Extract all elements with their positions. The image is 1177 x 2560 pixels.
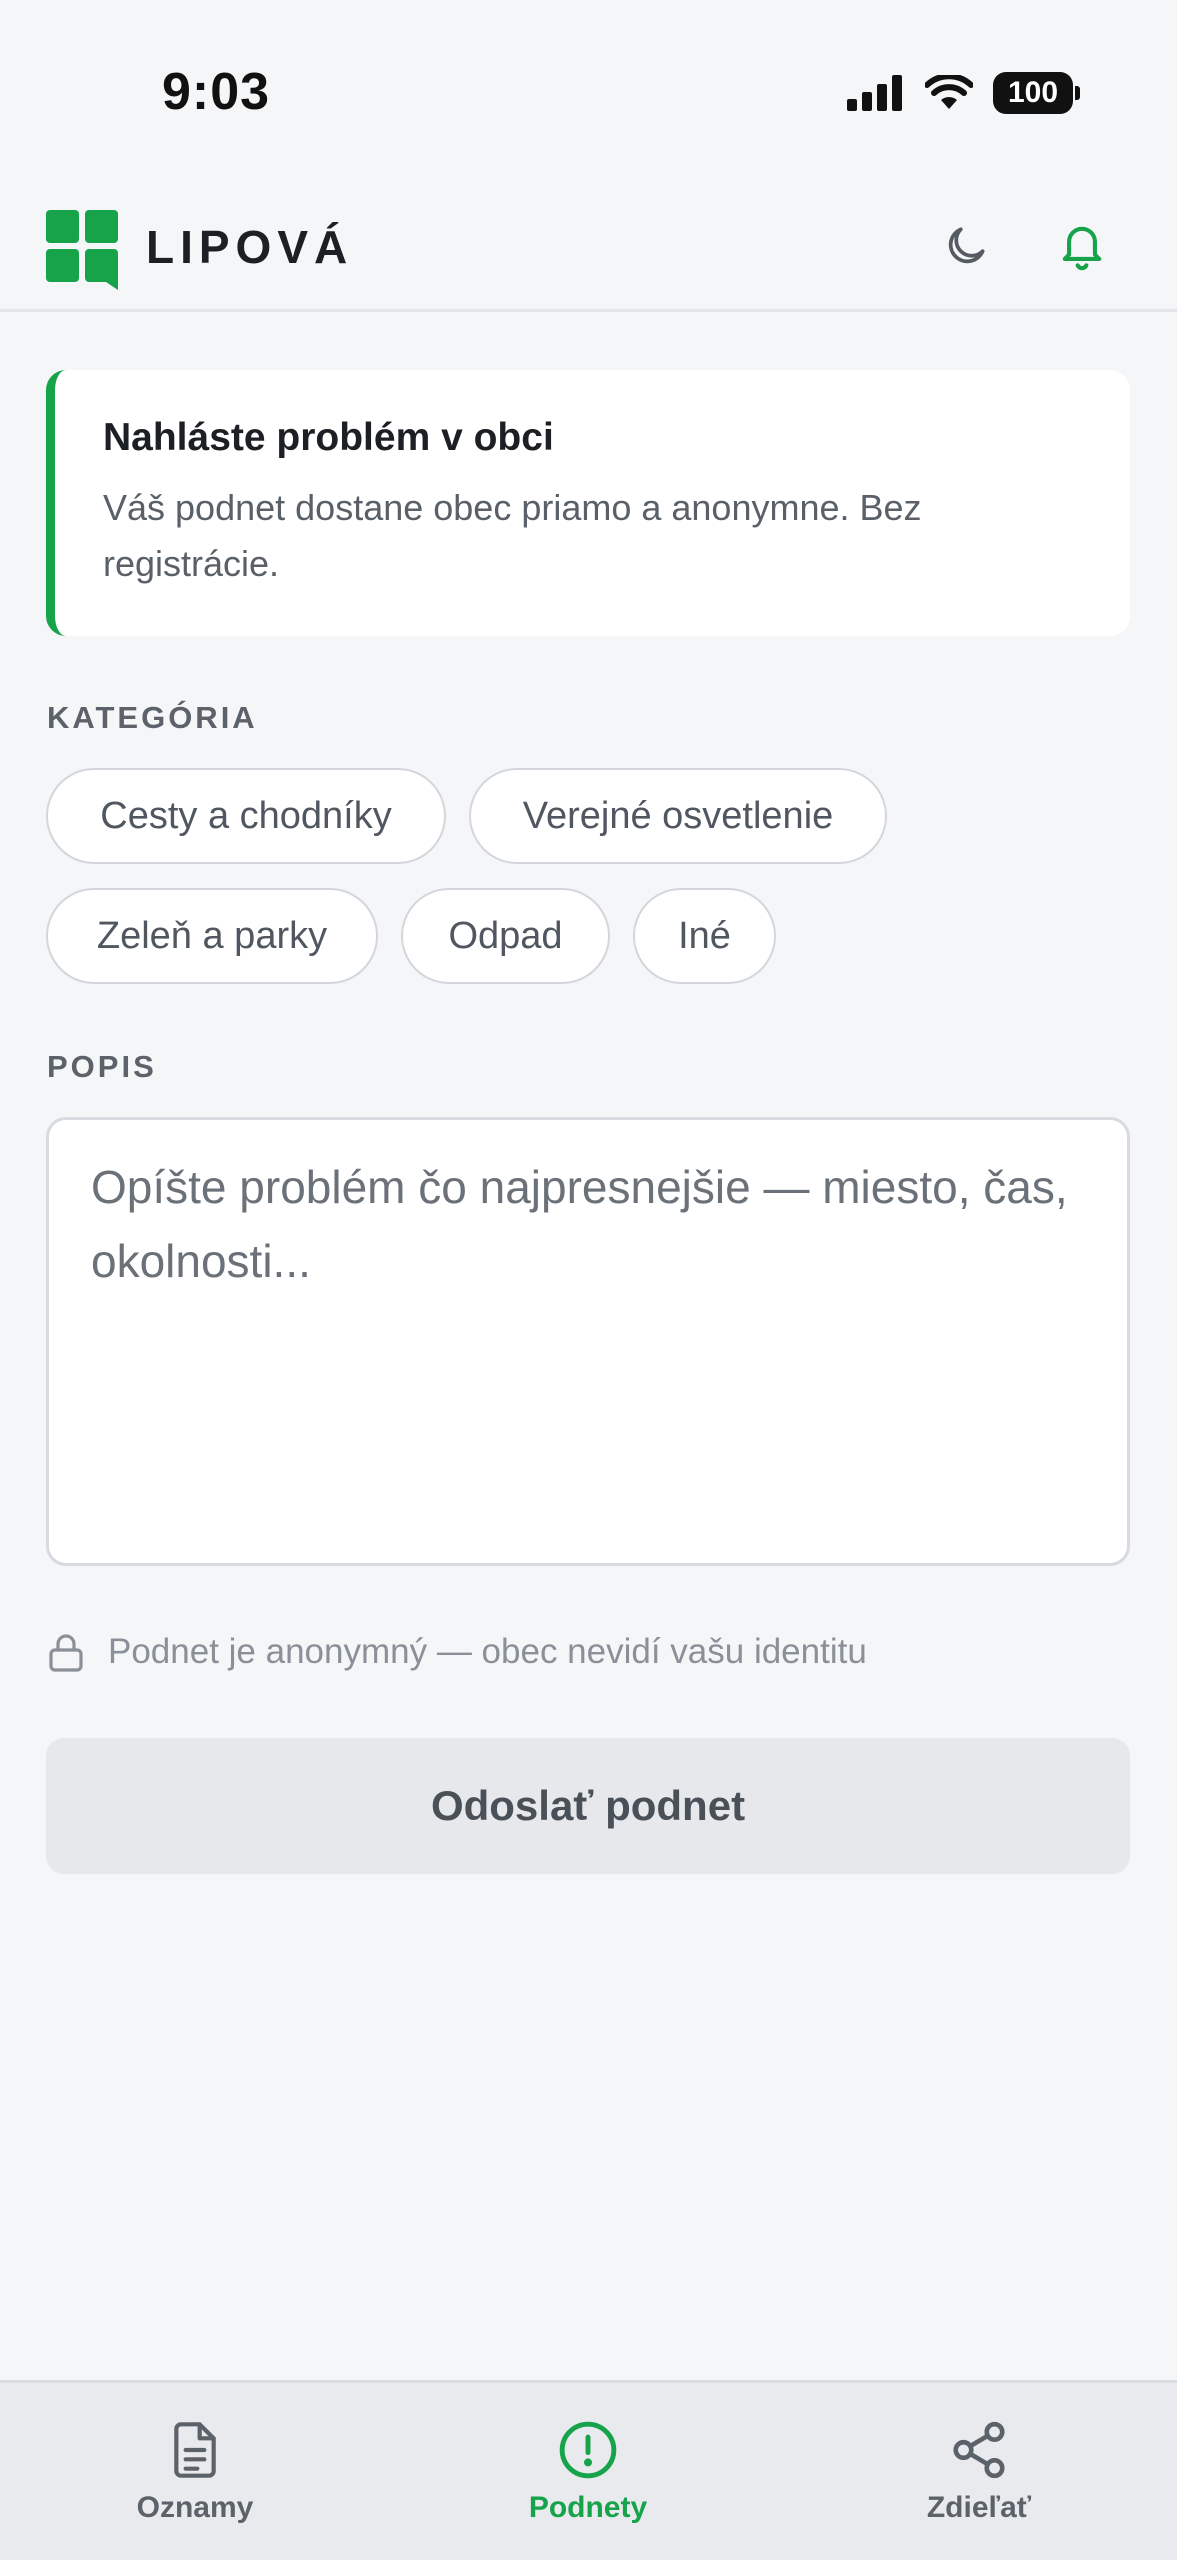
battery-indicator: 100 [993, 72, 1080, 114]
anonymity-note: Podnet je anonymný — obec nevidí vašu id… [46, 1628, 867, 1676]
anonymity-note-text: Podnet je anonymný — obec nevidí vašu id… [108, 1632, 867, 1671]
nav-item-zdielat[interactable]: Zdieľať [859, 2419, 1099, 2525]
chip-ine[interactable]: Iné [633, 888, 776, 984]
nav-label-zdielat: Zdieľať [926, 2491, 1032, 2524]
chip-cesty-a-chodniky[interactable]: Cesty a chodníky [46, 768, 446, 864]
status-bar: 9:03 100 [0, 0, 1177, 190]
bell-icon [1062, 226, 1102, 271]
share-icon [953, 2421, 1005, 2479]
status-icons: 100 [847, 70, 1080, 116]
nav-label-podnety: Podnety [528, 2491, 648, 2524]
chip-odpad[interactable]: Odpad [401, 888, 610, 984]
notifications-button[interactable] [1052, 216, 1112, 276]
document-icon [174, 2422, 216, 2478]
description-label: POPIS [47, 1049, 157, 1084]
chip-zelen-a-parky[interactable]: Zeleň a parky [46, 888, 378, 984]
nav-item-podnety[interactable]: Podnety [468, 2419, 708, 2525]
app-header: LIPOVÁ [0, 190, 1177, 312]
brand-name: LIPOVÁ [146, 221, 354, 273]
status-time: 9:03 [162, 63, 271, 121]
nav-item-oznamy[interactable]: Oznamy [75, 2419, 315, 2525]
theme-toggle-button[interactable] [936, 216, 996, 276]
alert-circle-icon [559, 2421, 617, 2479]
info-title: Nahláste problém v obci [103, 416, 554, 459]
signal-icon [847, 75, 902, 111]
lock-icon [49, 1634, 83, 1672]
logo-icon [46, 210, 118, 290]
info-text: Váš podnet dostane obec priamo a anonymn… [103, 487, 922, 584]
chip-verejne-osvetlenie[interactable]: Verejné osvetlenie [469, 768, 887, 864]
submit-button[interactable]: Odoslať podnet [46, 1738, 1130, 1874]
moon-icon [948, 227, 985, 264]
nav-label-oznamy: Oznamy [136, 2491, 254, 2524]
description-textarea[interactable]: Opíšte problém čo najpresnejšie — miesto… [46, 1117, 1130, 1566]
category-label: KATEGÓRIA [47, 700, 258, 735]
info-card: Nahláste problém v obci Váš podnet dosta… [46, 370, 1130, 636]
bottom-nav: Oznamy Podnety Zdieľať [0, 2380, 1177, 2560]
wifi-icon [925, 75, 973, 109]
